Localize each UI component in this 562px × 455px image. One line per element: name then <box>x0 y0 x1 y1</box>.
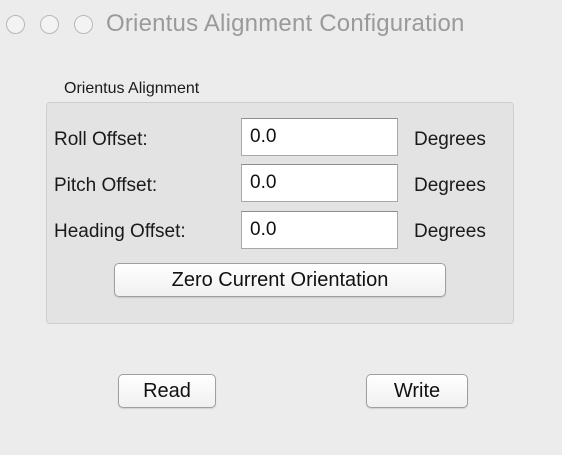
titlebar: Orientus Alignment Configuration <box>0 0 562 52</box>
heading-offset-label: Heading Offset: <box>54 221 186 242</box>
heading-offset-unit: Degrees <box>414 221 486 242</box>
pitch-offset-input[interactable] <box>241 164 398 202</box>
pitch-offset-label: Pitch Offset: <box>54 175 158 196</box>
heading-offset-input[interactable] <box>241 211 398 249</box>
roll-offset-label: Roll Offset: <box>54 129 148 150</box>
roll-offset-input[interactable] <box>241 118 398 156</box>
read-button[interactable]: Read <box>118 374 216 408</box>
close-window-button[interactable] <box>6 15 25 34</box>
zoom-window-button[interactable] <box>74 15 93 34</box>
roll-offset-unit: Degrees <box>414 129 486 150</box>
minimize-window-button[interactable] <box>40 15 59 34</box>
pitch-offset-unit: Degrees <box>414 175 486 196</box>
config-window: Orientus Alignment Configuration Orientu… <box>0 0 562 455</box>
write-button[interactable]: Write <box>366 374 468 408</box>
zero-current-orientation-button[interactable]: Zero Current Orientation <box>114 263 446 297</box>
window-title: Orientus Alignment Configuration <box>106 10 465 37</box>
group-label: Orientus Alignment <box>64 80 200 97</box>
